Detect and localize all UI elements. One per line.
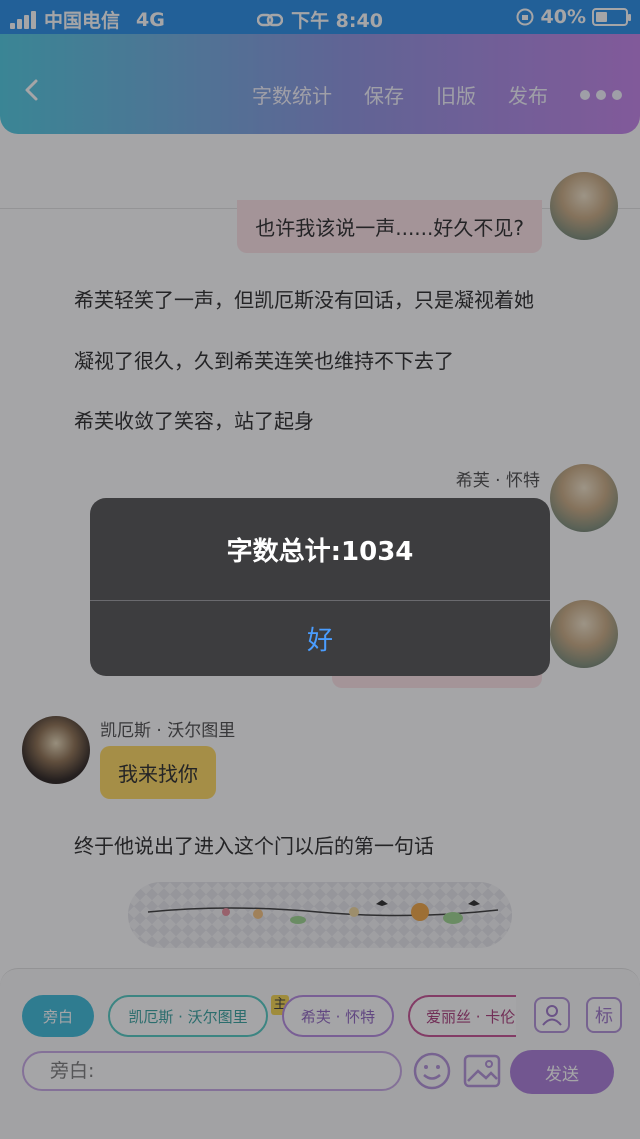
ok-button[interactable]: 好 [90, 601, 550, 676]
word-count-alert: 字数总计:1034 好 [90, 498, 550, 676]
alert-message: 字数总计:1034 [226, 536, 414, 567]
